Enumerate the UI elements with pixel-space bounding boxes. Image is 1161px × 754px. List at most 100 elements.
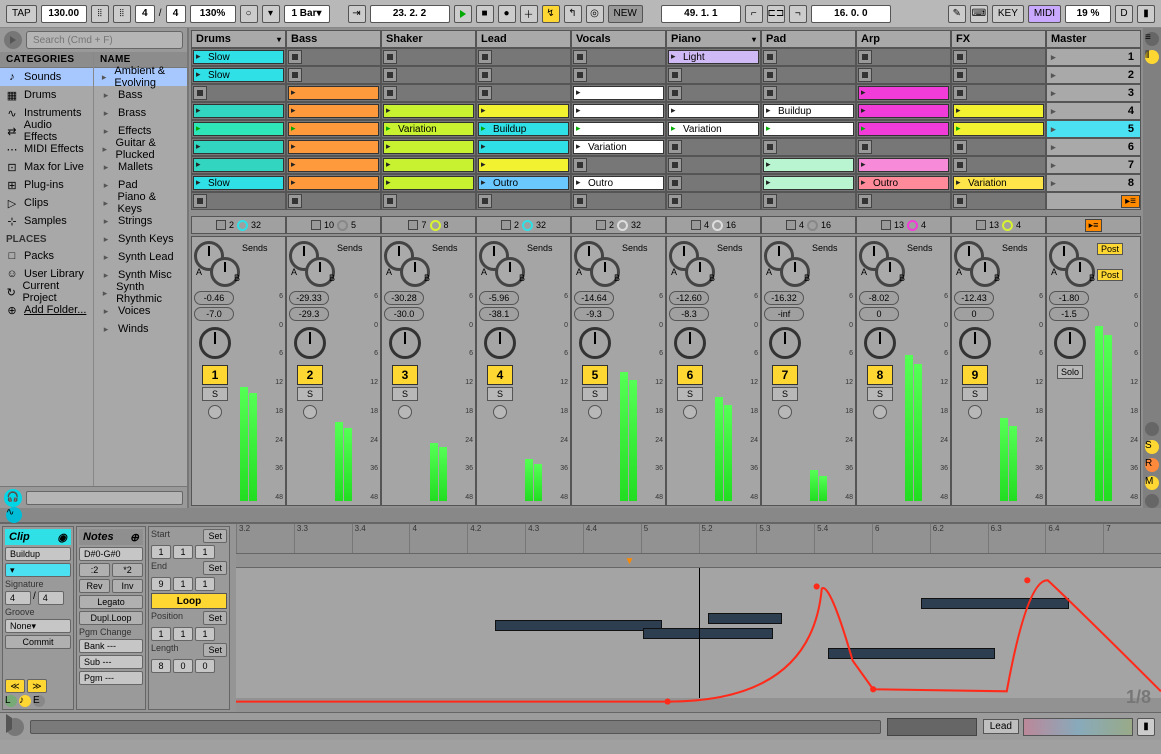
solo-button[interactable]: S: [582, 387, 608, 401]
clip-color-field[interactable]: ▾: [5, 563, 71, 577]
clip-stop-button[interactable]: [668, 140, 682, 154]
launch-box-icon[interactable]: L: [5, 695, 17, 707]
clip-slot-empty[interactable]: [666, 174, 761, 192]
browser-toggle-button[interactable]: [4, 31, 22, 49]
clip-slot-empty[interactable]: [666, 156, 761, 174]
track-header-fx[interactable]: FX: [951, 30, 1046, 48]
clip-slot[interactable]: [191, 120, 286, 138]
duplicate-loop-button[interactable]: Dupl.Loop: [79, 611, 143, 625]
pan-value[interactable]: -29.3: [289, 307, 329, 321]
arm-button[interactable]: [493, 405, 507, 419]
category-item-midi effects[interactable]: ⋯MIDI Effects: [0, 140, 93, 158]
length-field[interactable]: 0: [173, 659, 193, 673]
nudge-back-button[interactable]: ≪: [5, 679, 25, 693]
clip-stop-button[interactable]: [763, 50, 777, 64]
capture-button[interactable]: ◎: [586, 5, 604, 23]
clip-stop-button[interactable]: [953, 140, 967, 154]
browser-item[interactable]: Synth Rhythmic: [94, 284, 187, 302]
metronome-button[interactable]: ○: [240, 5, 258, 23]
clip-slot-empty[interactable]: [951, 138, 1046, 156]
end-set-button[interactable]: Set: [203, 561, 227, 575]
clip[interactable]: [193, 158, 284, 172]
timesig-num-field[interactable]: 4: [135, 5, 155, 23]
clip[interactable]: [573, 86, 664, 100]
preview-button[interactable]: 🎧: [4, 489, 22, 507]
track-status-cell[interactable]: 105: [286, 216, 381, 234]
clip-slot[interactable]: [286, 138, 381, 156]
device-view-toggle[interactable]: ▮: [1137, 718, 1155, 736]
clip-slot-empty[interactable]: [666, 84, 761, 102]
arrangement-position[interactable]: 23. 2. 2: [370, 5, 450, 23]
start-field[interactable]: 1: [173, 545, 193, 559]
position-field[interactable]: 1: [195, 627, 215, 641]
clip[interactable]: [858, 104, 949, 118]
clip-stop-button[interactable]: [763, 140, 777, 154]
clip-slot[interactable]: [951, 120, 1046, 138]
pan-knob[interactable]: [959, 327, 991, 359]
clip-slot[interactable]: [191, 156, 286, 174]
volume-value[interactable]: -30.28: [384, 291, 424, 305]
pgm-field[interactable]: Pgm ---: [79, 671, 143, 685]
loop-button[interactable]: ⊏⊐: [767, 5, 785, 23]
master-track-header[interactable]: Master: [1046, 30, 1141, 48]
notes-box-toggle[interactable]: ⊕: [130, 531, 139, 544]
solo-button[interactable]: S: [677, 387, 703, 401]
clip-slot-empty[interactable]: [856, 138, 951, 156]
clip-stop-button[interactable]: [573, 158, 587, 172]
clip-slot-empty[interactable]: [381, 66, 476, 84]
track-activator-button[interactable]: 8: [867, 365, 893, 385]
pan-knob[interactable]: [864, 327, 896, 359]
clip-slot[interactable]: [381, 156, 476, 174]
clip-activator-icon[interactable]: ◉: [57, 531, 67, 544]
clip-slot-empty[interactable]: [571, 66, 666, 84]
solo-button[interactable]: S: [487, 387, 513, 401]
groove-amount-field[interactable]: 130%: [190, 5, 236, 23]
groove-commit-button[interactable]: Commit: [5, 635, 71, 649]
position-set-button[interactable]: Set: [203, 611, 227, 625]
start-field[interactable]: 1: [195, 545, 215, 559]
clip-slot[interactable]: Buildup: [476, 120, 571, 138]
clip-slot[interactable]: [286, 102, 381, 120]
start-field[interactable]: 1: [151, 545, 171, 559]
clip-slot[interactable]: [191, 102, 286, 120]
legato-button[interactable]: Legato: [79, 595, 143, 609]
clip[interactable]: [288, 104, 379, 118]
place-item-current-project[interactable]: ↻Current Project: [0, 283, 93, 301]
clip[interactable]: [288, 158, 379, 172]
session-view-button[interactable]: ⦀: [1145, 50, 1159, 64]
volume-value[interactable]: -5.96: [479, 291, 519, 305]
clip[interactable]: Buildup: [478, 122, 569, 136]
bank-field[interactable]: Bank ---: [79, 639, 143, 653]
pan-knob[interactable]: [389, 327, 421, 359]
disk-overload-indicator[interactable]: D: [1115, 5, 1133, 23]
clip-slot[interactable]: Outro: [476, 174, 571, 192]
clip-stop-button[interactable]: [288, 50, 302, 64]
clip[interactable]: [288, 140, 379, 154]
browser-item[interactable]: Synth Lead: [94, 248, 187, 266]
clip-stop-button[interactable]: [953, 68, 967, 82]
solo-button[interactable]: Solo: [1057, 365, 1083, 379]
nudge-fwd-button[interactable]: ≫: [27, 679, 47, 693]
clip-slot[interactable]: [761, 156, 856, 174]
clip[interactable]: [383, 104, 474, 118]
browser-item[interactable]: Piano & Keys: [94, 194, 187, 212]
clip[interactable]: [193, 122, 284, 136]
track-stop-button[interactable]: [286, 192, 381, 210]
track-stop-button[interactable]: [191, 192, 286, 210]
clip-slot-empty[interactable]: [571, 156, 666, 174]
category-item-drums[interactable]: ▦Drums: [0, 86, 93, 104]
clip[interactable]: [383, 176, 474, 190]
clip-slot-empty[interactable]: [666, 138, 761, 156]
clip-stop-button[interactable]: [953, 158, 967, 172]
arm-button[interactable]: [208, 405, 222, 419]
follow-button[interactable]: ⇥: [348, 5, 366, 23]
search-input[interactable]: [26, 31, 183, 49]
clip[interactable]: Variation: [668, 122, 759, 136]
clip-slot-empty[interactable]: [476, 48, 571, 66]
clip-sig-den[interactable]: 4: [38, 591, 64, 605]
pan-value[interactable]: -38.1: [479, 307, 519, 321]
track-header-vocals[interactable]: Vocals: [571, 30, 666, 48]
draw-mode-button[interactable]: ✎: [948, 5, 966, 23]
loop-start-marker-icon[interactable]: ▼: [625, 556, 635, 567]
clip-slot[interactable]: [856, 120, 951, 138]
